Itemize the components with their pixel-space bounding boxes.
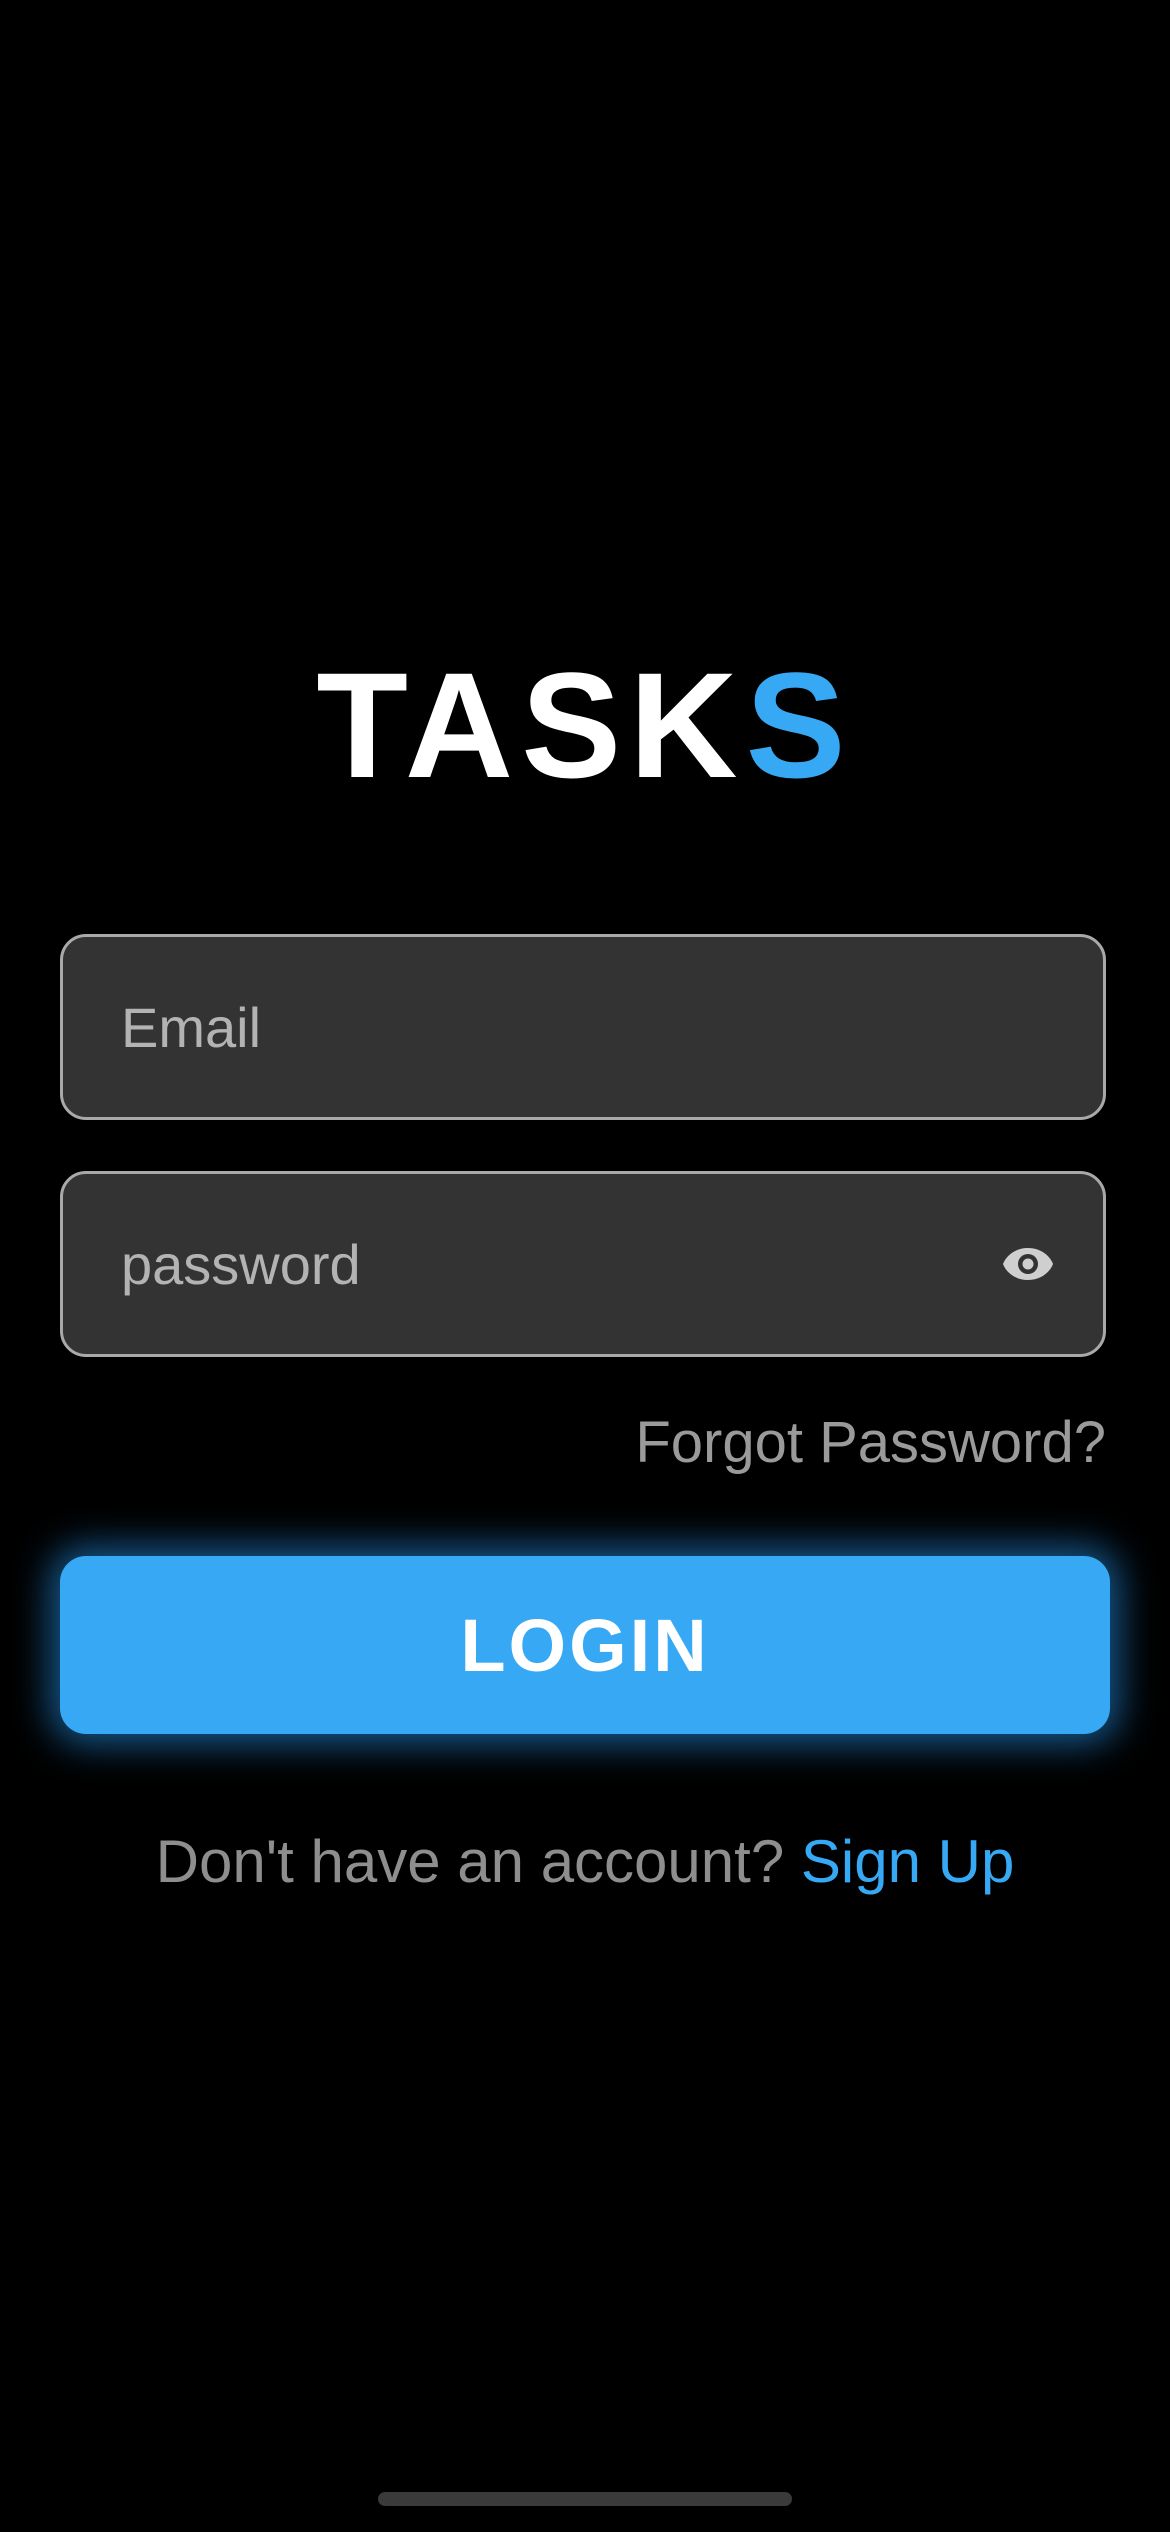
email-input[interactable] xyxy=(63,937,1103,1117)
login-button[interactable]: LOGIN xyxy=(60,1556,1110,1734)
signup-prompt: Don't have an account? xyxy=(155,1828,785,1895)
forgot-password-link[interactable]: Forgot Password? xyxy=(635,1408,1106,1478)
password-field-container xyxy=(60,1171,1106,1357)
signup-row: Don't have an account? Sign Up xyxy=(0,1826,1170,1898)
email-field-container xyxy=(60,934,1106,1120)
eye-icon xyxy=(1003,1248,1053,1280)
app-logo: TASKS xyxy=(0,640,1170,810)
home-indicator[interactable] xyxy=(378,2492,792,2506)
password-input[interactable] xyxy=(63,1174,1103,1354)
login-button-label: LOGIN xyxy=(460,1603,710,1687)
sign-up-link[interactable]: Sign Up xyxy=(801,1828,1014,1895)
toggle-password-visibility-button[interactable] xyxy=(993,1229,1063,1299)
logo-text-main: TASK xyxy=(316,641,746,809)
logo-text-accent: S xyxy=(745,641,854,809)
